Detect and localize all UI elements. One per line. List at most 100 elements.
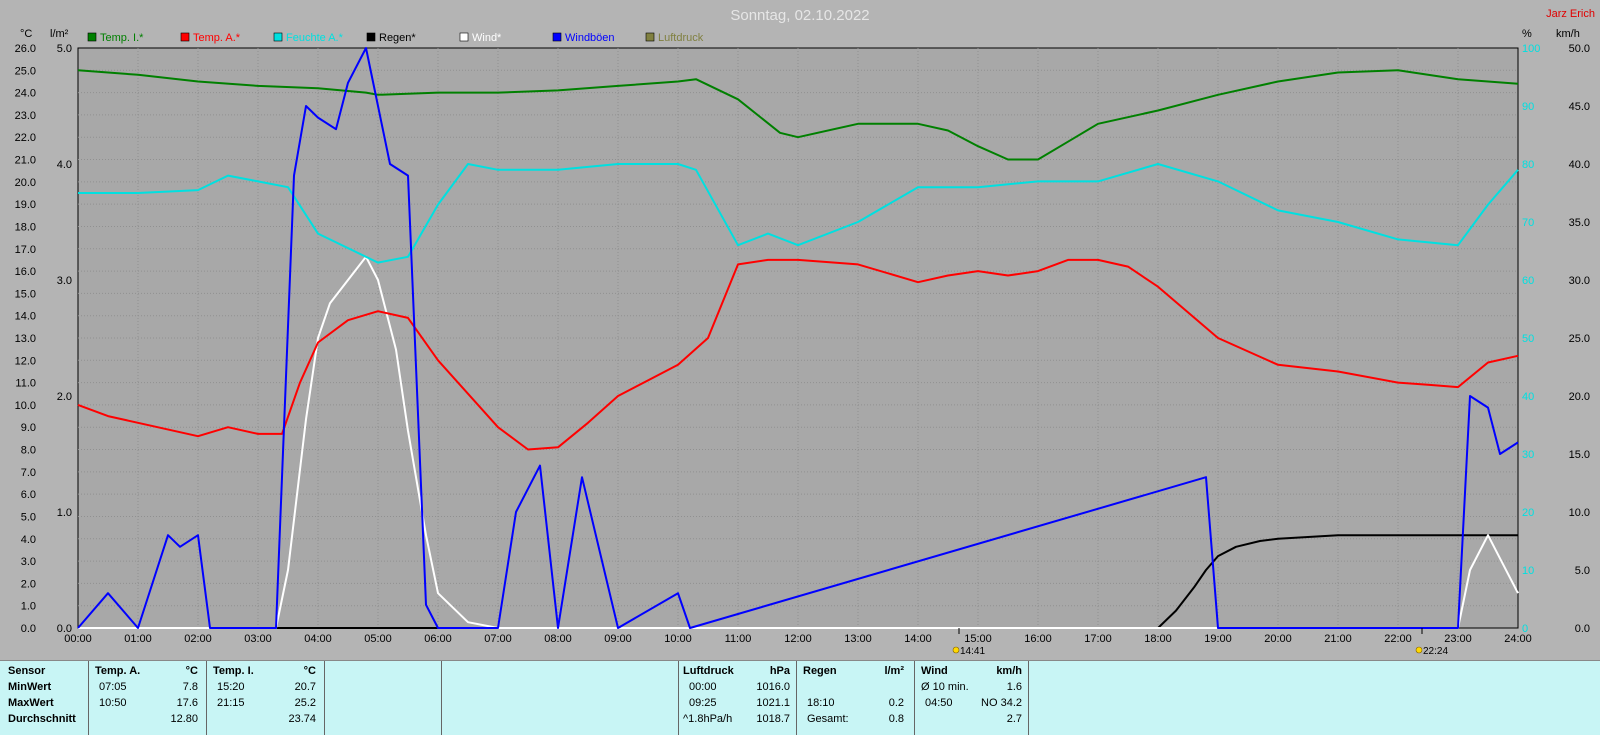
tick-rain-4: 1.0	[57, 507, 72, 519]
rain-unit: l/m²	[884, 665, 904, 677]
tick-time-14: 14:00	[904, 633, 932, 645]
temp-a-avg: 12.80	[170, 713, 198, 725]
pressure-r1-val: 1016.0	[756, 681, 790, 693]
weather-chart: Sonntag, 02.10.2022 Jarz Erich Temp. I.*…	[15, 7, 1595, 657]
tick-wind-3: 35.0	[1569, 217, 1590, 229]
pressure-r1-time: 00:00	[689, 681, 717, 693]
tick-temp-18: 8.0	[21, 445, 36, 457]
tick-temp-25: 1.0	[21, 601, 36, 613]
legend-swatch-3	[366, 32, 376, 42]
unit-rain: l/m²	[50, 28, 69, 40]
tick-wind-8: 10.0	[1569, 507, 1590, 519]
tick-pct-4: 60	[1522, 275, 1534, 287]
rain-header: Regen	[803, 665, 837, 677]
row-max-label: MaxWert	[8, 697, 54, 709]
wind-unit: km/h	[996, 665, 1022, 677]
tick-time-11: 11:00	[725, 633, 752, 645]
tick-time-8: 08:00	[544, 633, 572, 645]
wind-r2-time: 04:50	[925, 697, 953, 709]
unit-temp: °C	[20, 28, 32, 40]
sunset-label: 22:24	[1423, 646, 1448, 657]
tick-pct-8: 20	[1522, 507, 1534, 519]
legend-label-0: Temp. I.*	[100, 32, 144, 44]
rain-r2-val: 0.2	[888, 697, 904, 709]
tick-temp-3: 23.0	[15, 110, 36, 122]
pressure-header: Luftdruck	[683, 665, 734, 677]
temp-i-unit: °C	[303, 665, 316, 677]
tick-temp-12: 14.0	[15, 311, 36, 323]
tick-temp-7: 19.0	[15, 199, 36, 211]
tick-temp-23: 3.0	[21, 556, 36, 568]
tick-temp-9: 17.0	[15, 244, 36, 256]
rain-r2-time: 18:10	[807, 697, 835, 709]
legend: Temp. I.* Temp. A.* Feuchte A.* Regen* Wind*…	[87, 32, 704, 44]
temp-a-min-time: 07:05	[99, 681, 127, 693]
row-avg-label: Durchschnitt	[8, 713, 76, 725]
tick-wind-7: 15.0	[1569, 449, 1590, 461]
author-label: Jarz Erich	[1546, 8, 1595, 20]
legend-label-5: Windböen	[565, 32, 615, 44]
tick-time-19: 19:00	[1204, 633, 1232, 645]
pressure-r3-time: ^1.8hPa/h	[683, 713, 733, 725]
tick-pct-5: 50	[1522, 333, 1534, 345]
rain-r3-val: 0.8	[888, 713, 904, 725]
tick-time-23: 23:00	[1444, 633, 1472, 645]
summary-pressure: Luftdruck hPa 00:00 1016.0 09:25 1021.1 ^1.…	[679, 661, 797, 735]
tick-temp-13: 13.0	[15, 333, 36, 345]
tick-time-4: 04:00	[304, 633, 332, 645]
pressure-r2-time: 09:25	[689, 697, 717, 709]
tick-time-17: 17:00	[1084, 633, 1112, 645]
summary-sensor: Sensor MinWert MaxWert Durchschnitt	[0, 661, 89, 735]
summary-empty-1	[325, 661, 442, 735]
sunrise-label: 14:41	[960, 646, 985, 657]
tick-rain-1: 4.0	[57, 159, 72, 171]
temp-i-header: Temp. I.	[213, 665, 254, 677]
tick-pct-6: 40	[1522, 391, 1534, 403]
tick-temp-22: 4.0	[21, 534, 36, 546]
tick-pct-0: 100	[1522, 43, 1540, 55]
tick-time-3: 03:00	[244, 633, 272, 645]
tick-time-20: 20:00	[1264, 633, 1292, 645]
pressure-r3-val: 1018.7	[756, 713, 790, 725]
tick-rain-2: 3.0	[57, 275, 72, 287]
pressure-unit: hPa	[769, 665, 790, 677]
tick-temp-10: 16.0	[15, 266, 36, 278]
summary-table: Sensor MinWert MaxWert Durchschnitt Temp…	[0, 660, 1600, 735]
pressure-r2-val: 1021.1	[756, 697, 790, 709]
tick-temp-15: 11.0	[15, 378, 36, 390]
tick-wind-5: 25.0	[1569, 333, 1590, 345]
temp-i-min-val: 20.7	[294, 681, 316, 693]
legend-label-6: Luftdruck	[658, 32, 704, 44]
tick-wind-0: 50.0	[1569, 43, 1590, 55]
temp-a-unit: °C	[185, 665, 198, 677]
tick-temp-16: 10.0	[15, 400, 36, 412]
wind-r2-val: NO 34.2	[981, 697, 1022, 709]
wind-r3-val: 2.7	[1006, 713, 1022, 725]
tick-temp-11: 15.0	[15, 288, 36, 300]
tick-temp-8: 18.0	[15, 221, 36, 233]
tick-temp-19: 7.0	[21, 467, 36, 479]
temp-i-avg: 23.74	[288, 713, 316, 725]
tick-time-6: 06:00	[424, 633, 452, 645]
tick-temp-1: 25.0	[15, 65, 36, 77]
tick-wind-1: 45.0	[1569, 101, 1590, 113]
tick-time-21: 21:00	[1324, 633, 1352, 645]
tick-time-7: 07:00	[484, 633, 512, 645]
tick-pct-1: 90	[1522, 101, 1534, 113]
unit-wind: km/h	[1556, 28, 1580, 40]
tick-temp-6: 20.0	[15, 177, 36, 189]
tick-temp-0: 26.0	[15, 43, 36, 55]
tick-wind-4: 30.0	[1569, 275, 1590, 287]
tick-temp-24: 2.0	[21, 578, 36, 590]
sensor-header: Sensor	[8, 665, 46, 677]
tick-temp-21: 5.0	[21, 511, 36, 523]
tick-pct-9: 10	[1522, 565, 1534, 577]
tick-time-18: 18:00	[1144, 633, 1172, 645]
temp-a-min-val: 7.8	[182, 681, 198, 693]
legend-swatch-0	[87, 32, 97, 42]
legend-swatch-4	[459, 32, 469, 42]
tick-temp-5: 21.0	[15, 155, 36, 167]
temp-a-max-val: 17.6	[176, 697, 198, 709]
legend-label-1: Temp. A.*	[193, 32, 241, 44]
sunrise-icon	[952, 646, 960, 654]
